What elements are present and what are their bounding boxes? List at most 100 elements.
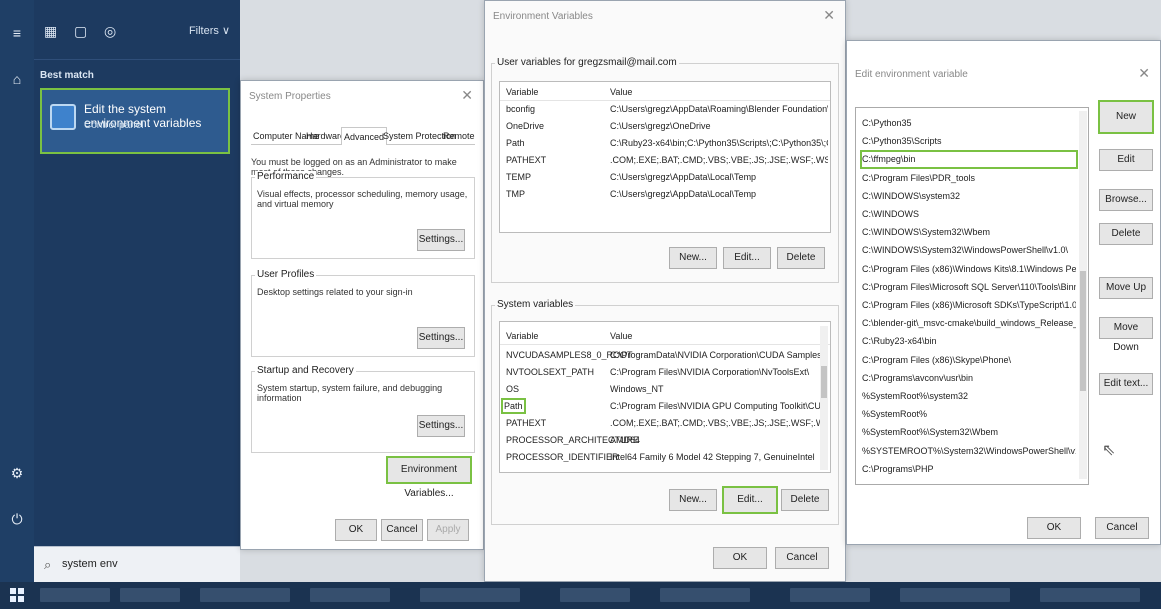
start-search-box[interactable]: ⌕ system env [34,546,240,582]
user-edit-button[interactable]: Edit... [723,247,771,269]
cancel-button[interactable]: Cancel [775,547,829,569]
close-icon[interactable]: ✕ [1138,65,1150,82]
windows-start-icon[interactable] [10,588,24,602]
table-row[interactable]: OneDrive C:\Users\gregz\OneDrive [500,118,830,135]
taskbar-app[interactable] [660,588,750,602]
apply-button[interactable]: Apply [427,519,469,541]
move-down-button[interactable]: Move Down [1099,317,1153,353]
taskbar-app[interactable] [790,588,870,602]
startup-settings-button[interactable]: Settings... [417,415,465,437]
taskbar-app[interactable] [200,588,290,602]
path-item[interactable]: C:\Python35\Scripts [862,134,1076,149]
performance-settings-button[interactable]: Settings... [417,229,465,251]
path-list-scrollbar[interactable] [1079,111,1087,479]
system-edit-button[interactable]: Edit... [722,486,778,514]
table-row[interactable]: NVCUDASAMPLES8_0_ROOT C:\ProgramData\NVID… [500,347,830,364]
new-button[interactable]: New [1098,100,1154,134]
taskbar-app[interactable] [40,588,110,602]
settings-gear-icon[interactable]: ⚙ [6,464,28,482]
web-icon[interactable]: ◎ [104,23,116,40]
scrollbar-thumb[interactable] [1080,271,1086,391]
variable-name: Path [501,398,526,414]
start-menu-header: ▦ ▢ ◎ Filters ∨ [34,0,240,60]
path-item[interactable]: C:\Programs\avconv\usr\bin [862,371,1076,386]
taskbar-app[interactable] [1040,588,1140,602]
power-icon[interactable]: ⏻ [6,510,28,528]
close-icon[interactable]: ✕ [823,7,835,24]
table-row[interactable]: TEMP C:\Users\gregz\AppData\Local\Temp [500,169,830,186]
home-icon[interactable]: ⌂ [6,70,28,88]
taskbar-app[interactable] [420,588,520,602]
system-new-button[interactable]: New... [669,489,717,511]
documents-icon[interactable]: ▢ [74,23,87,40]
table-row[interactable]: TMP C:\Users\gregz\AppData\Local\Temp [500,186,830,203]
cancel-button[interactable]: Cancel [1095,517,1149,539]
table-row[interactable]: PATHEXT .COM;.EXE;.BAT;.CMD;.VBS;.VBE;.JS… [500,415,830,432]
taskbar-app[interactable] [120,588,180,602]
scrollbar-thumb[interactable] [821,366,827,398]
browse-button[interactable]: Browse... [1099,189,1153,211]
startup-recovery-desc: System startup, system failure, and debu… [257,383,443,403]
table-row[interactable]: OS Windows_NT [500,381,830,398]
system-variables-grid[interactable]: Variable Value NVCUDASAMPLES8_0_ROOT C:\P… [499,321,831,473]
tab-remote[interactable]: Remote [441,127,477,145]
path-item[interactable]: C:\WINDOWS [862,207,1076,222]
path-item[interactable]: C:\blender-git\_msvc-cmake\build_windows… [862,316,1076,331]
grid-header: Variable Value [500,84,830,101]
variable-name: NVTOOLSEXT_PATH [506,367,595,377]
cancel-button[interactable]: Cancel [381,519,423,541]
path-item-selected[interactable]: C:\ffmpeg\bin [860,150,1078,170]
edit-button[interactable]: Edit [1099,149,1153,171]
path-item[interactable]: C:\Program Files\Microsoft SQL Server\11… [862,280,1076,295]
table-row[interactable]: PROCESSOR_IDENTIFIER Intel64 Family 6 Mod… [500,449,830,466]
user-profiles-settings-button[interactable]: Settings... [417,327,465,349]
path-item[interactable]: C:\Python35 [862,116,1076,131]
ok-button[interactable]: OK [713,547,767,569]
system-delete-button[interactable]: Delete [781,489,829,511]
ok-button[interactable]: OK [1027,517,1081,539]
hamburger-menu-icon[interactable]: ≡ [6,24,28,42]
user-new-button[interactable]: New... [669,247,717,269]
path-item[interactable]: %SYSTEMROOT%\System32\WindowsPowerShell\… [862,444,1076,459]
path-item[interactable]: C:\WINDOWS\system32 [862,189,1076,204]
variable-value: C:\ProgramData\NVIDIA Corporation\CUDA S… [610,350,820,360]
taskbar-app[interactable] [900,588,1010,602]
variable-value: Windows_NT [610,384,664,394]
path-item[interactable]: %SystemRoot% [862,407,1076,422]
table-row[interactable]: NVTOOLSEXT_PATH C:\Program Files\NVIDIA C… [500,364,830,381]
path-item[interactable]: C:\WINDOWS\System32\Wbem [862,225,1076,240]
user-profiles-label: User Profiles [255,269,317,280]
close-icon[interactable]: ✕ [461,87,473,104]
user-delete-button[interactable]: Delete [777,247,825,269]
path-item[interactable]: C:\Program Files (x86)\Microsoft SDKs\Ty… [862,298,1076,313]
search-icon: ⌕ [44,557,52,572]
delete-button[interactable]: Delete [1099,223,1153,245]
taskbar-app[interactable] [560,588,630,602]
path-item[interactable]: C:\Programs\PHP [862,462,1076,477]
path-item[interactable]: C:\Program Files (x86)\Windows Kits\8.1\… [862,262,1076,277]
table-row[interactable]: bconfig C:\Users\gregz\AppData\Roaming\Bl… [500,101,830,118]
move-up-button[interactable]: Move Up [1099,277,1153,299]
filters-dropdown[interactable]: Filters ∨ [189,24,230,37]
best-match-label: Best match [40,70,94,81]
scrollbar[interactable] [820,326,828,470]
path-item[interactable]: C:\Ruby23-x64\bin [862,334,1076,349]
path-item[interactable]: %SystemRoot%\system32 [862,389,1076,404]
search-input[interactable]: system env [62,558,118,570]
table-row[interactable]: PROCESSOR_ARCHITECTURE AMD64 [500,432,830,449]
apps-icon[interactable]: ▦ [44,23,57,40]
best-match-result[interactable]: Edit the system environment variables Co… [40,88,230,154]
table-row[interactable]: Path C:\Ruby23-x64\bin;C:\Python35\Script… [500,135,830,152]
edit-text-button[interactable]: Edit text... [1099,373,1153,395]
path-list[interactable]: C:\Python35 C:\Python35\Scripts C:\ffmpeg\… [855,107,1089,485]
environment-variables-button[interactable]: Environment Variables... [386,456,472,499]
path-item[interactable]: C:\Program Files (x86)\Skype\Phone\ [862,353,1076,368]
path-item[interactable]: %SystemRoot%\System32\Wbem [862,425,1076,440]
table-row[interactable]: PATHEXT .COM;.EXE;.BAT;.CMD;.VBS;.VBE;.JS… [500,152,830,169]
path-item[interactable]: C:\Program Files\PDR_tools [862,171,1076,186]
user-variables-grid[interactable]: Variable Value bconfig C:\Users\gregz\App… [499,81,831,233]
ok-button[interactable]: OK [335,519,377,541]
taskbar-app[interactable] [310,588,390,602]
path-item[interactable]: C:\WINDOWS\System32\WindowsPowerShell\v1… [862,243,1076,258]
table-row-selected[interactable]: Path C:\Program Files\NVIDIA GPU Computin… [500,398,830,415]
